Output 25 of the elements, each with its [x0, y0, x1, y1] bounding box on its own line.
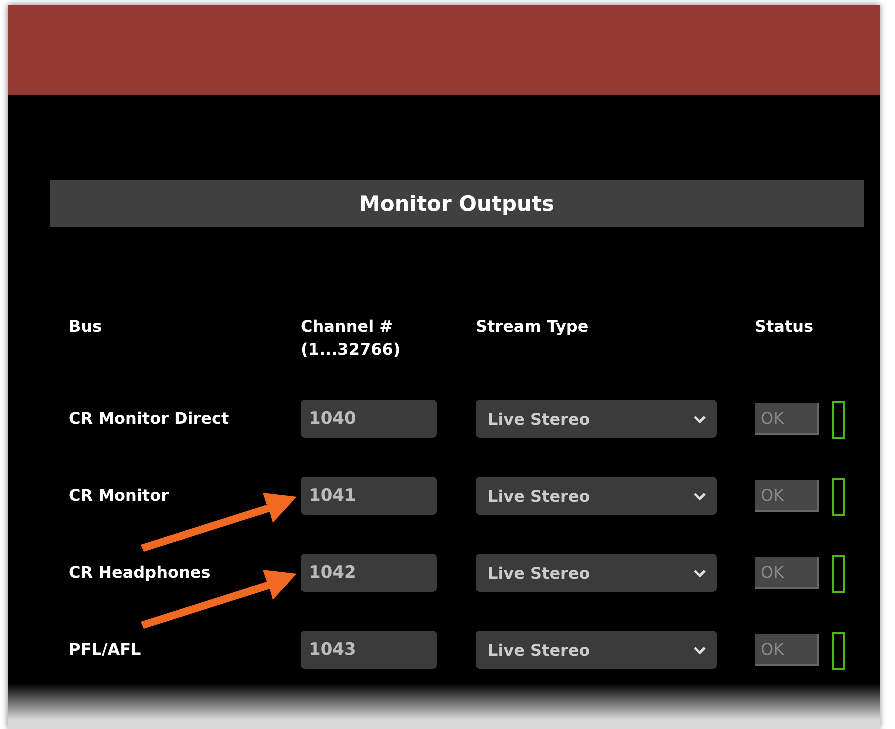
chevron-down-icon [693, 646, 707, 654]
column-header: Bus [69, 316, 104, 338]
status-indicator-icon [832, 555, 845, 593]
channel-field[interactable]: 1040 [301, 400, 437, 438]
stream-type-dropdown[interactable]: Live Stereo [476, 631, 717, 669]
bus-label: CR Monitor Direct [69, 408, 230, 430]
channel-field[interactable]: 1041 [301, 477, 437, 515]
bus-label: CR Headphones [69, 562, 212, 584]
status-indicator-icon [832, 478, 845, 516]
column-header: Stream Type [476, 316, 590, 338]
channel-field[interactable]: 1043 [301, 631, 437, 669]
section-header: Monitor Outputs [50, 180, 864, 227]
bus-label: CR Monitor [69, 485, 170, 507]
column-header: Status [755, 316, 815, 338]
chevron-down-icon [693, 492, 707, 500]
chevron-down-icon [693, 414, 707, 424]
chevron-down-icon [693, 568, 707, 578]
column-header: Channel # (1...32766) [301, 316, 402, 361]
bus-label: PFL/AFL [69, 639, 142, 661]
stream-type-dropdown[interactable]: Live Stereo [476, 477, 717, 515]
status-indicator-icon [832, 632, 845, 670]
channel-field[interactable]: 1042 [301, 554, 437, 592]
stream-type-dropdown[interactable]: Live Stereo [476, 554, 717, 592]
status-indicator-icon [832, 401, 845, 439]
stream-type-dropdown[interactable]: Live Stereo [476, 400, 717, 438]
